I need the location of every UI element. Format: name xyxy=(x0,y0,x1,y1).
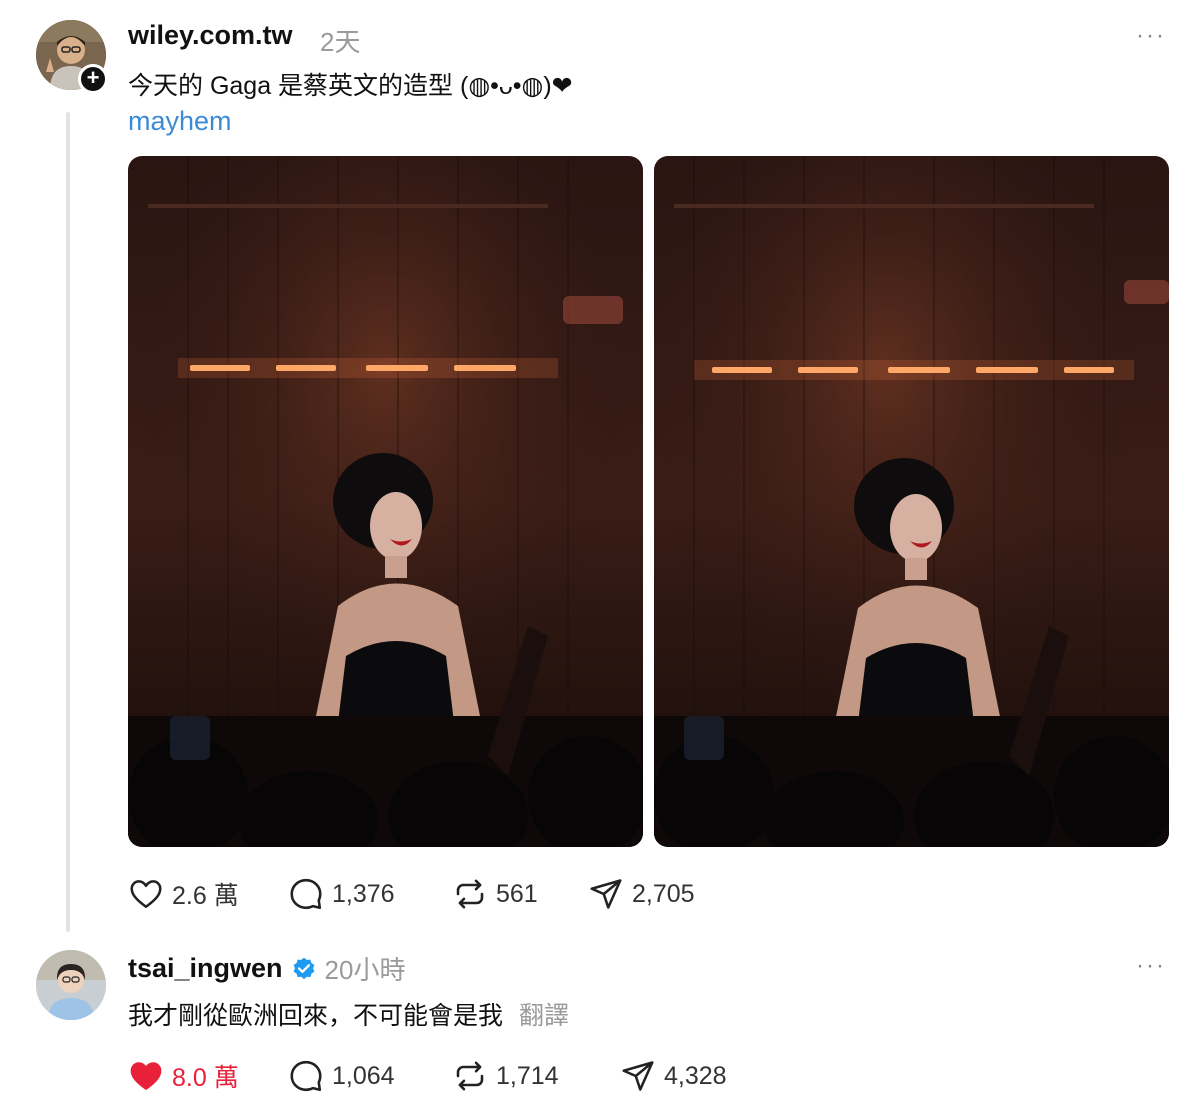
reply-body: 我才剛從歐洲回來，不可能會是我 翻譯 xyxy=(128,996,569,1032)
repost-icon xyxy=(456,879,484,909)
share-count: 2,705 xyxy=(632,879,695,908)
post-more-button[interactable]: ··· xyxy=(1136,22,1166,50)
concert-photo-image xyxy=(128,156,643,847)
post-timestamp[interactable]: 2天 xyxy=(320,22,360,59)
thread-line xyxy=(66,112,70,932)
reply-more-button[interactable]: ··· xyxy=(1136,952,1166,980)
like-button[interactable]: 2.6 萬 xyxy=(128,876,239,912)
repost-button[interactable]: 561 xyxy=(452,876,538,912)
topic-tag-link[interactable]: mayhem xyxy=(128,106,232,137)
person-avatar-icon xyxy=(36,950,106,1020)
reply-comment-button[interactable]: 1,064 xyxy=(288,1058,395,1094)
reply-repost-count: 1,714 xyxy=(496,1061,559,1090)
post-photo-2[interactable] xyxy=(654,156,1169,847)
heart-icon xyxy=(130,880,162,909)
post-text: 今天的 Gaga 是蔡英文的造型 (◍•ᴗ•◍)❤ xyxy=(128,72,573,100)
reply-like-button[interactable]: 8.0 萬 xyxy=(128,1058,239,1094)
send-icon xyxy=(622,1061,654,1091)
reply-text: 我才剛從歐洲回來，不可能會是我 xyxy=(128,1002,504,1030)
comment-count: 1,376 xyxy=(332,879,395,908)
verified-badge-icon xyxy=(293,957,314,979)
like-count: 2.6 萬 xyxy=(172,882,239,910)
post-photo-1[interactable] xyxy=(128,156,643,847)
reply-avatar[interactable] xyxy=(36,950,106,1020)
reply-share-count: 4,328 xyxy=(664,1061,727,1090)
reply-username[interactable]: tsai_ingwen xyxy=(128,953,283,984)
reply-timestamp[interactable]: 20小時 xyxy=(325,950,406,987)
send-icon xyxy=(590,879,622,909)
repost-count: 561 xyxy=(496,879,538,908)
reply-like-count: 8.0 萬 xyxy=(172,1064,239,1092)
reply-repost-button[interactable]: 1,714 xyxy=(452,1058,559,1094)
concert-photo-image xyxy=(654,156,1169,847)
reply-share-button[interactable]: 4,328 xyxy=(620,1058,727,1094)
heart-filled-icon xyxy=(130,1062,162,1090)
reply-header: tsai_ingwen 20小時 xyxy=(128,950,405,987)
repost-icon xyxy=(456,1061,484,1091)
comment-button[interactable]: 1,376 xyxy=(288,876,395,912)
follow-button[interactable]: + xyxy=(78,64,108,94)
share-button[interactable]: 2,705 xyxy=(588,876,695,912)
translate-link[interactable]: 翻譯 xyxy=(519,996,569,1032)
comment-bubble-icon xyxy=(290,1060,322,1092)
comment-bubble-icon xyxy=(290,878,322,910)
reply-comment-count: 1,064 xyxy=(332,1061,395,1090)
post-username[interactable]: wiley.com.tw xyxy=(128,20,293,51)
